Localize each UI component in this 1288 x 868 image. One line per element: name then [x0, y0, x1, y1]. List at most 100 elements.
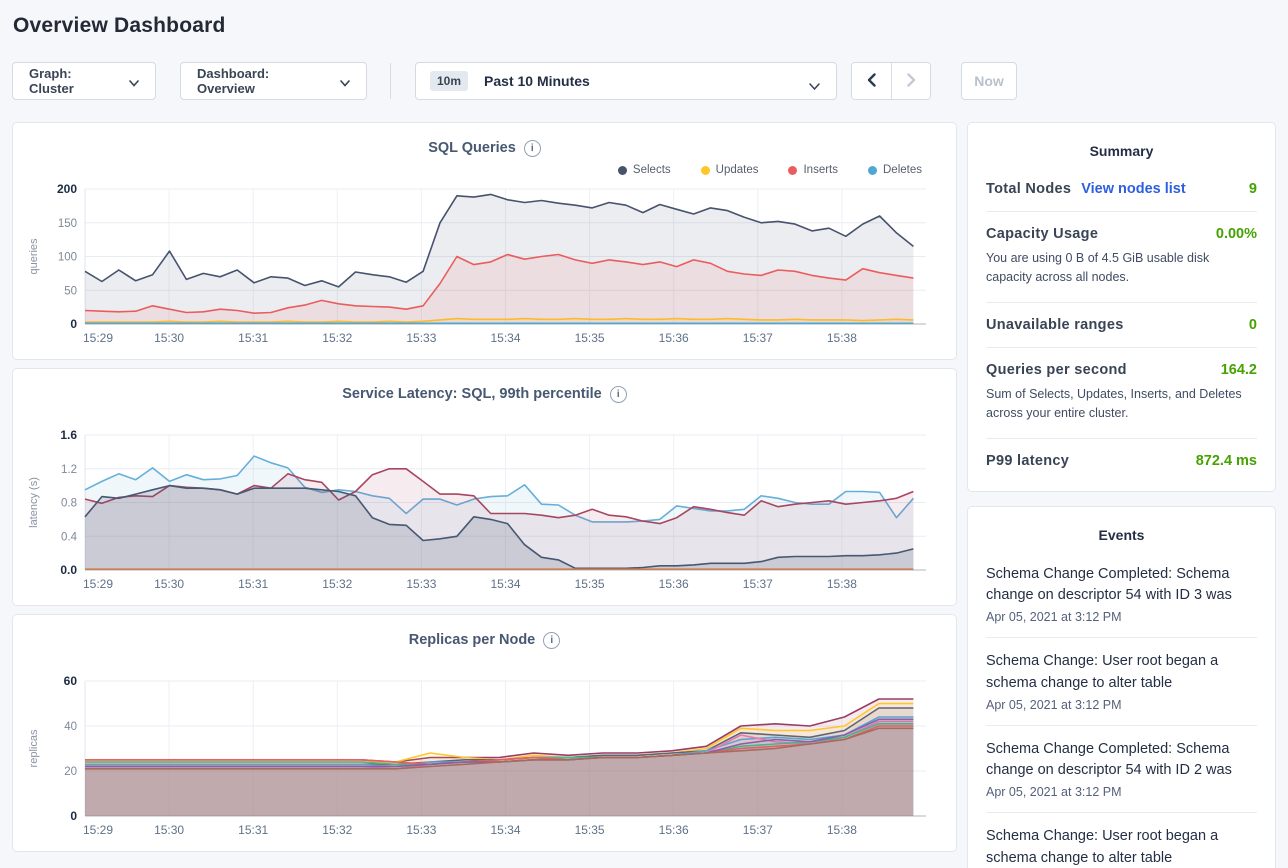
info-icon[interactable]: i — [610, 386, 627, 403]
svg-text:15:36: 15:36 — [659, 331, 689, 345]
summary-row-p99-latency: P99 latency 872.4 ms — [986, 439, 1257, 483]
legend-label: Updates — [716, 164, 759, 176]
sql-queries-title: SQL Queries — [428, 140, 516, 156]
overview-dashboard-page: Overview Dashboard Graph: Cluster Dashbo… — [0, 0, 1288, 868]
svg-text:15:30: 15:30 — [154, 577, 184, 591]
total-nodes-label: Total Nodes — [986, 181, 1071, 197]
svg-text:1.6: 1.6 — [60, 428, 77, 442]
svg-text:15:36: 15:36 — [659, 823, 689, 837]
chevron-right-icon — [905, 73, 917, 90]
svg-text:queries: queries — [28, 238, 40, 275]
svg-text:15:32: 15:32 — [322, 823, 352, 837]
svg-text:15:31: 15:31 — [238, 577, 268, 591]
replicas-per-node-panel: Replicas per Node i 15:29 15:30 15:31 15:32… — [12, 614, 957, 852]
svg-text:15:36: 15:36 — [659, 577, 689, 591]
replicas-per-node-chart[interactable]: 15:2915:3015:3115:3215:3315:3415:3515:36… — [23, 673, 944, 842]
legend-item-selects[interactable]: Selects — [618, 164, 671, 176]
events-panel: Events Schema Change Completed: Schema c… — [967, 506, 1276, 868]
svg-text:15:32: 15:32 — [322, 577, 352, 591]
service-latency-panel: Service Latency: SQL, 99th percentile i … — [12, 368, 957, 606]
sql-queries-chart[interactable]: 15:2915:3015:3115:3215:3315:3415:3515:36… — [23, 181, 944, 350]
svg-text:60: 60 — [64, 674, 78, 688]
time-nav-group — [851, 62, 931, 100]
event-item: Schema Change Completed: Schema change o… — [986, 726, 1257, 814]
queries-per-second-value: 164.2 — [1221, 362, 1257, 378]
svg-text:15:34: 15:34 — [490, 823, 520, 837]
svg-text:15:34: 15:34 — [490, 577, 520, 591]
svg-text:15:35: 15:35 — [575, 823, 605, 837]
svg-text:15:29: 15:29 — [83, 823, 113, 837]
svg-text:200: 200 — [57, 182, 77, 196]
capacity-usage-label: Capacity Usage — [986, 226, 1098, 242]
event-title: Schema Change: User root began a schema … — [986, 826, 1257, 868]
svg-text:15:38: 15:38 — [827, 577, 857, 591]
svg-text:15:29: 15:29 — [83, 331, 113, 345]
event-item: Schema Change: User root began a schema … — [986, 638, 1257, 726]
time-range-badge: 10m — [430, 71, 468, 91]
legend-dot-icon — [618, 166, 627, 175]
svg-text:15:30: 15:30 — [154, 823, 184, 837]
legend-item-inserts[interactable]: Inserts — [788, 164, 838, 176]
svg-text:0: 0 — [70, 809, 77, 823]
svg-text:15:33: 15:33 — [406, 331, 436, 345]
content: SQL Queries i Selects Updates Inserts Delet… — [0, 122, 1288, 868]
queries-per-second-description: Sum of Selects, Updates, Inserts, and De… — [986, 385, 1257, 424]
legend-item-updates[interactable]: Updates — [701, 164, 759, 176]
chevron-left-icon — [866, 73, 878, 90]
svg-text:replicas: replicas — [28, 729, 40, 767]
svg-text:150: 150 — [58, 218, 77, 230]
service-latency-title: Service Latency: SQL, 99th percentile — [342, 386, 602, 402]
dashboard-dropdown-label: Dashboard: Overview — [197, 66, 328, 96]
graph-dropdown[interactable]: Graph: Cluster — [12, 62, 156, 100]
time-prev-button[interactable] — [852, 63, 891, 99]
event-item: Schema Change Completed: Schema change o… — [986, 551, 1257, 639]
legend-item-deletes[interactable]: Deletes — [868, 164, 922, 176]
svg-text:0.8: 0.8 — [61, 498, 77, 510]
event-title: Schema Change: User root began a schema … — [986, 651, 1257, 695]
service-latency-chart[interactable]: 15:2915:3015:3115:3215:3315:3415:3515:36… — [23, 427, 944, 596]
svg-text:15:37: 15:37 — [743, 577, 773, 591]
time-range-picker[interactable]: 10m Past 10 Minutes — [415, 62, 837, 100]
svg-text:15:33: 15:33 — [406, 577, 436, 591]
queries-per-second-label: Queries per second — [986, 362, 1127, 378]
graph-dropdown-label: Graph: Cluster — [29, 66, 117, 96]
legend-dot-icon — [868, 166, 877, 175]
svg-text:1.2: 1.2 — [61, 464, 77, 476]
summary-row-queries-per-second: Queries per second 164.2 Sum of Selects,… — [986, 348, 1257, 439]
now-button: Now — [961, 62, 1017, 100]
event-title: Schema Change Completed: Schema change o… — [986, 564, 1257, 608]
capacity-usage-description: You are using 0 B of 4.5 GiB usable disk… — [986, 249, 1257, 288]
dashboard-dropdown[interactable]: Dashboard: Overview — [180, 62, 367, 100]
info-icon[interactable]: i — [524, 140, 541, 157]
sidebar-column: Summary Total Nodes View nodes list 9 Ca… — [967, 122, 1276, 868]
replicas-per-node-title: Replicas per Node — [409, 632, 536, 648]
time-range-label: Past 10 Minutes — [484, 73, 590, 89]
capacity-usage-value: 0.00% — [1216, 226, 1257, 242]
legend-label: Deletes — [883, 164, 922, 176]
view-nodes-list-link[interactable]: View nodes list — [1081, 181, 1186, 197]
p99-latency-label: P99 latency — [986, 453, 1069, 469]
chevron-down-icon — [129, 75, 139, 90]
event-title: Schema Change Completed: Schema change o… — [986, 739, 1257, 783]
legend-label: Selects — [633, 164, 671, 176]
svg-text:15:35: 15:35 — [575, 331, 605, 345]
svg-text:15:37: 15:37 — [743, 823, 773, 837]
p99-latency-value: 872.4 ms — [1196, 453, 1257, 469]
legend-dot-icon — [788, 166, 797, 175]
charts-column: SQL Queries i Selects Updates Inserts Delet… — [12, 122, 957, 860]
page-title: Overview Dashboard — [0, 0, 1288, 38]
event-timestamp: Apr 05, 2021 at 3:12 PM — [986, 610, 1257, 624]
info-icon[interactable]: i — [543, 632, 560, 649]
svg-text:15:35: 15:35 — [575, 577, 605, 591]
summary-heading: Summary — [986, 127, 1257, 167]
total-nodes-value: 9 — [1249, 181, 1257, 197]
summary-row-total-nodes: Total Nodes View nodes list 9 — [986, 167, 1257, 212]
svg-text:15:31: 15:31 — [238, 823, 268, 837]
summary-row-capacity-usage: Capacity Usage 0.00% You are using 0 B o… — [986, 212, 1257, 303]
svg-text:15:30: 15:30 — [154, 331, 184, 345]
event-timestamp: Apr 05, 2021 at 3:12 PM — [986, 698, 1257, 712]
svg-text:15:31: 15:31 — [238, 331, 268, 345]
legend-dot-icon — [701, 166, 710, 175]
svg-text:latency (s): latency (s) — [28, 477, 40, 528]
events-heading: Events — [986, 511, 1257, 551]
